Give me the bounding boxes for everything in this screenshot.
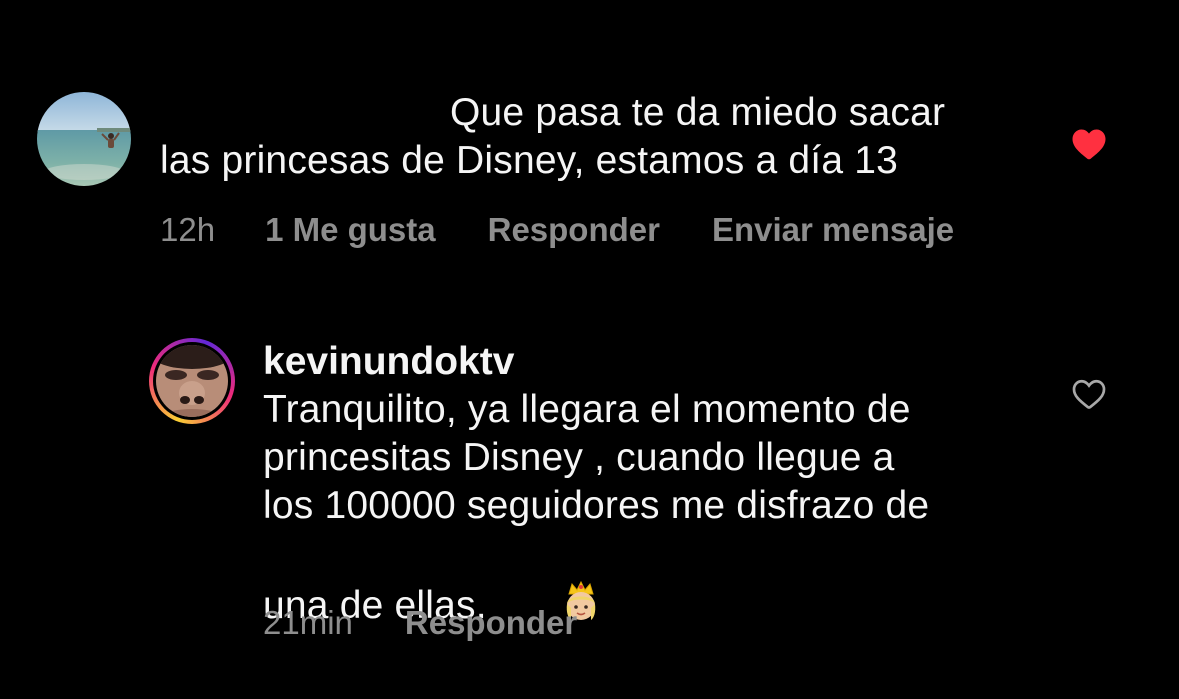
- comment-text: Que pasa te da miedo sacar: [450, 91, 946, 134]
- send-message-button[interactable]: Enviar mensaje: [712, 210, 954, 250]
- comment-text: Tranquilito, ya llegara el momento de: [263, 388, 911, 431]
- comment-text: las princesas de Disney, estamos a día 1…: [160, 139, 899, 182]
- comment-username[interactable]: kevinundoktv: [263, 338, 514, 386]
- comment-timestamp: 12h: [160, 211, 216, 248]
- comment-text: princesitas Disney , cuando llegue a: [263, 436, 895, 479]
- reply-button[interactable]: Responder: [405, 603, 577, 643]
- face-photo-icon: [156, 345, 228, 417]
- story-ring-avatar[interactable]: [149, 338, 235, 424]
- comment-text: los 100000 seguidores me disfrazo de: [263, 484, 930, 527]
- like-heart-outline-icon[interactable]: [1071, 377, 1107, 416]
- comment-meta: 12h 1 Me gusta Responder Enviar mensaje: [160, 210, 954, 250]
- reply-button[interactable]: Responder: [488, 210, 660, 250]
- avatar: [156, 345, 228, 417]
- comment-timestamp: 21min: [263, 604, 353, 641]
- like-heart-icon[interactable]: [1071, 127, 1107, 166]
- beach-photo-icon: [37, 92, 131, 186]
- comment-meta: 21min Responder: [263, 603, 577, 643]
- commenter-avatar[interactable]: [37, 92, 131, 186]
- likes-count-button[interactable]: 1 Me gusta: [265, 210, 436, 250]
